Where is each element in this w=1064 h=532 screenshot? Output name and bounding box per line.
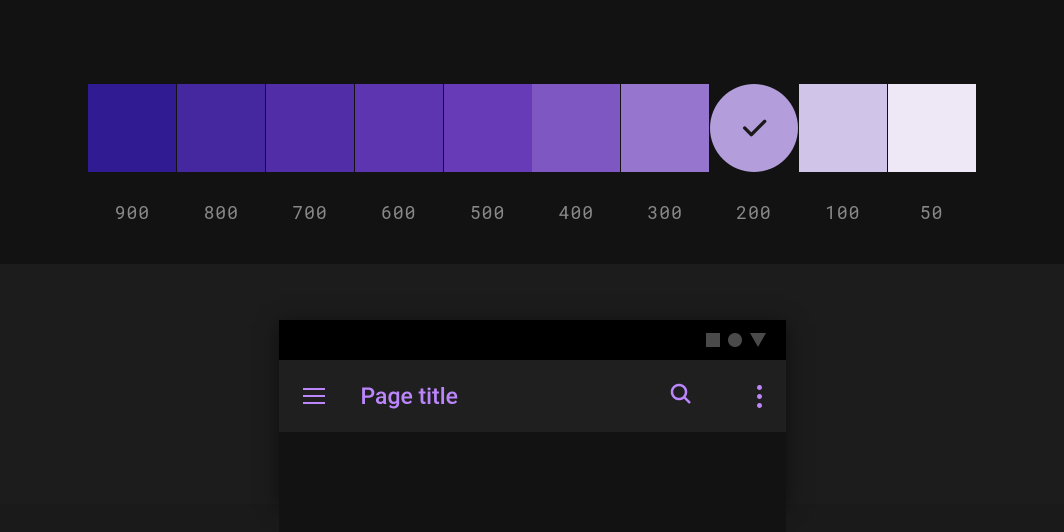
color-swatch-300[interactable] bbox=[621, 84, 709, 172]
page-title: Page title bbox=[361, 383, 633, 410]
app-bar: Page title bbox=[279, 360, 786, 432]
swatch-column-800: 800 bbox=[177, 84, 266, 224]
swatch-label-500: 500 bbox=[470, 200, 505, 224]
color-swatch-50[interactable] bbox=[888, 84, 976, 172]
swatch-label-800: 800 bbox=[203, 200, 238, 224]
swatch-label-200: 200 bbox=[736, 200, 771, 224]
swatch-column-400: 400 bbox=[532, 84, 621, 224]
color-swatch-600[interactable] bbox=[355, 84, 443, 172]
content-area bbox=[279, 432, 786, 532]
color-swatch-800[interactable] bbox=[177, 84, 265, 172]
swatch-column-700: 700 bbox=[266, 84, 355, 224]
color-swatch-700[interactable] bbox=[266, 84, 354, 172]
preview-section: Page title bbox=[0, 264, 1064, 504]
check-icon bbox=[738, 112, 770, 144]
swatch-column-600: 600 bbox=[354, 84, 443, 224]
swatch-label-100: 100 bbox=[825, 200, 860, 224]
status-square-icon bbox=[706, 333, 720, 347]
status-triangle-icon bbox=[750, 333, 766, 347]
color-swatch-400[interactable] bbox=[532, 84, 620, 172]
hamburger-menu-icon[interactable] bbox=[303, 388, 325, 404]
color-swatch-500[interactable] bbox=[444, 84, 532, 172]
swatch-column-300: 300 bbox=[621, 84, 710, 224]
swatch-label-600: 600 bbox=[381, 200, 416, 224]
swatch-label-900: 900 bbox=[115, 200, 150, 224]
search-icon[interactable] bbox=[669, 382, 693, 410]
swatch-row: 900 800 700 600 500 400 300 200 100 50 bbox=[88, 84, 976, 224]
swatch-column-200: 200 bbox=[710, 84, 799, 224]
swatch-column-50: 50 bbox=[887, 84, 976, 224]
swatch-column-900: 900 bbox=[88, 84, 177, 224]
swatch-label-50: 50 bbox=[920, 200, 944, 224]
status-bar bbox=[279, 320, 786, 360]
color-palette-section: 900 800 700 600 500 400 300 200 100 50 bbox=[0, 0, 1064, 264]
swatch-column-100: 100 bbox=[798, 84, 887, 224]
more-vert-icon[interactable] bbox=[757, 385, 762, 408]
swatch-label-400: 400 bbox=[559, 200, 594, 224]
color-swatch-100[interactable] bbox=[799, 84, 887, 172]
swatch-label-700: 700 bbox=[292, 200, 327, 224]
swatch-column-500: 500 bbox=[443, 84, 532, 224]
swatch-label-300: 300 bbox=[647, 200, 682, 224]
phone-frame: Page title bbox=[279, 320, 786, 504]
color-swatch-200[interactable] bbox=[710, 84, 798, 172]
color-swatch-900[interactable] bbox=[88, 84, 176, 172]
status-circle-icon bbox=[728, 333, 742, 347]
